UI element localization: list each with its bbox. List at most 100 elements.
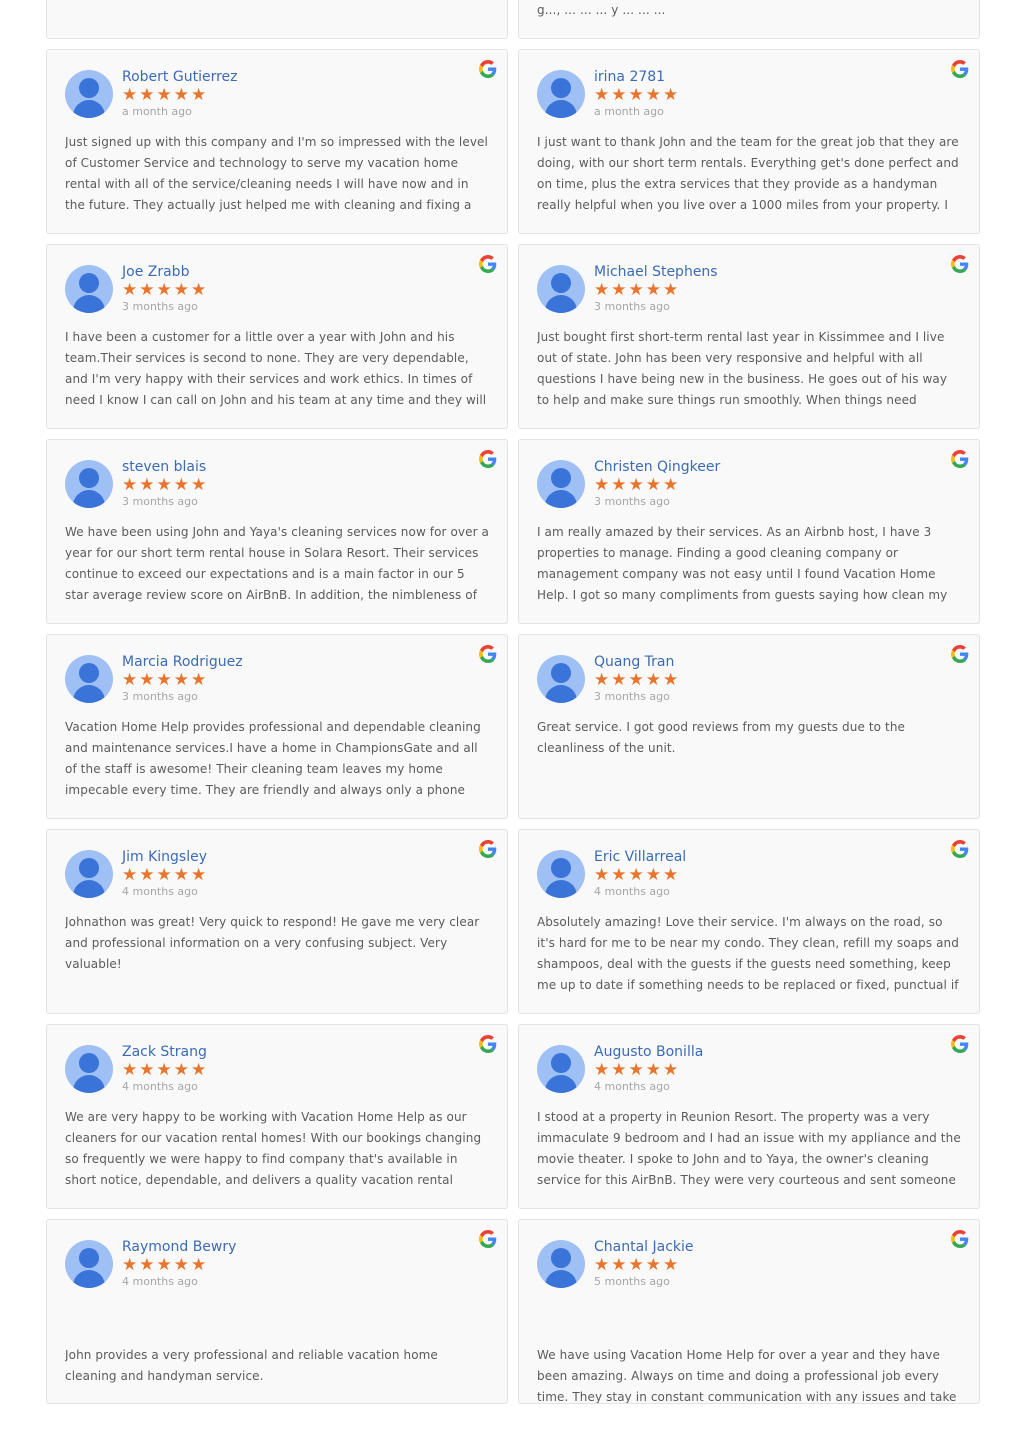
review-time: 4 months ago	[594, 1080, 670, 1093]
review-text: Just bought first short-term rental last…	[537, 330, 948, 407]
review-time: 3 months ago	[122, 690, 198, 703]
review-header: Marcia Rodriguez ★★★★★ 3 months ago	[65, 653, 489, 717]
review-text: I just want to thank John and the team f…	[537, 135, 959, 212]
google-icon[interactable]	[951, 645, 969, 663]
review-header: irina 2781 ★★★★★ a month ago	[537, 68, 961, 132]
review-meta: Joe Zrabb ★★★★★ 3 months ago	[122, 263, 208, 314]
review-card: Joe Zrabb ★★★★★ 3 months ago I have been a …	[46, 244, 508, 429]
star-rating: ★★★★★	[594, 1256, 694, 1275]
review-card: steven blais ★★★★★ 3 months ago We have bee…	[46, 439, 508, 624]
review-card: Michael Stephens ★★★★★ 3 months ago Just bo…	[518, 244, 980, 429]
reviewer-name[interactable]: Quang Tran	[594, 653, 680, 671]
review-card	[46, 0, 508, 39]
review-header: Joe Zrabb ★★★★★ 3 months ago	[65, 263, 489, 327]
review-text: I have been a customer for a little over…	[65, 330, 487, 407]
review-meta: Raymond Bewry ★★★★★ 4 months ago	[122, 1238, 236, 1289]
review-meta: Robert Gutierrez ★★★★★ a month ago	[122, 68, 238, 119]
reviewer-name[interactable]: irina 2781	[594, 68, 680, 86]
reviewer-name[interactable]: Eric Villarreal	[594, 848, 686, 866]
avatar-icon	[65, 1240, 113, 1288]
review-text: Great service. I got good reviews from m…	[537, 720, 906, 755]
review-meta: Jim Kingsley ★★★★★ 4 months ago	[122, 848, 208, 899]
reviewer-name[interactable]: Joe Zrabb	[122, 263, 208, 281]
avatar-icon	[537, 1240, 585, 1288]
reviewer-name[interactable]: Marcia Rodriguez	[122, 653, 243, 671]
google-icon[interactable]	[951, 840, 969, 858]
review-text: We have been using John and Yaya's clean…	[65, 525, 489, 602]
review-card: Eric Villarreal ★★★★★ 4 months ago Absolute…	[518, 829, 980, 1014]
star-rating: ★★★★★	[594, 1061, 703, 1080]
review-text: I am really amazed by their services. As…	[537, 525, 948, 602]
star-icon: ★★★★★	[594, 1255, 681, 1275]
star-rating: ★★★★★	[122, 86, 238, 105]
star-rating: ★★★★★	[594, 866, 686, 885]
star-icon: ★★★★★	[122, 475, 209, 495]
star-rating: ★★★★★	[594, 86, 680, 105]
review-text: Johnathon was great! Very quick to respo…	[65, 915, 480, 971]
google-icon[interactable]	[479, 450, 497, 468]
star-icon: ★★★★★	[122, 1060, 209, 1080]
review-meta: Eric Villarreal ★★★★★ 4 months ago	[594, 848, 686, 899]
review-card: Raymond Bewry ★★★★★ 4 months ago John provi…	[46, 1219, 508, 1404]
review-time: 3 months ago	[594, 690, 670, 703]
reviewer-name[interactable]: Christen Qingkeer	[594, 458, 720, 476]
reviewer-name[interactable]: Augusto Bonilla	[594, 1043, 703, 1061]
google-icon[interactable]	[479, 1230, 497, 1248]
star-rating: ★★★★★	[122, 281, 208, 300]
review-time: 4 months ago	[122, 1275, 198, 1288]
google-icon[interactable]	[951, 1035, 969, 1053]
review-text: We have using Vacation Home Help for ove…	[537, 1348, 957, 1404]
review-meta: irina 2781 ★★★★★ a month ago	[594, 68, 680, 119]
review-card: g..., ... ... ... y ... ... ...	[518, 0, 980, 39]
review-time: 3 months ago	[122, 495, 198, 508]
review-header: Quang Tran ★★★★★ 3 months ago	[537, 653, 961, 717]
google-icon[interactable]	[479, 255, 497, 273]
google-icon[interactable]	[479, 60, 497, 78]
reviewer-name[interactable]: Jim Kingsley	[122, 848, 208, 866]
review-card: Chantal Jackie ★★★★★ 5 months ago We have u…	[518, 1219, 980, 1404]
google-icon[interactable]	[951, 60, 969, 78]
review-text: I stood at a property in Reunion Resort.…	[537, 1110, 961, 1187]
review-meta: Zack Strang ★★★★★ 4 months ago	[122, 1043, 208, 1094]
avatar-icon	[537, 460, 585, 508]
review-card: Christen Qingkeer ★★★★★ 3 months ago I am r…	[518, 439, 980, 624]
reviewer-name[interactable]: Raymond Bewry	[122, 1238, 236, 1256]
review-time: 5 months ago	[594, 1275, 670, 1288]
review-time: 4 months ago	[122, 1080, 198, 1093]
review-card: irina 2781 ★★★★★ a month ago I just want to…	[518, 49, 980, 234]
reviewer-name[interactable]: steven blais	[122, 458, 208, 476]
review-text: Vacation Home Help provides professional…	[65, 720, 481, 797]
review-time: 3 months ago	[122, 300, 198, 313]
review-header: steven blais ★★★★★ 3 months ago	[65, 458, 489, 522]
review-meta: Christen Qingkeer ★★★★★ 3 months ago	[594, 458, 720, 509]
google-icon[interactable]	[479, 840, 497, 858]
reviewer-name[interactable]: Zack Strang	[122, 1043, 208, 1061]
google-icon[interactable]	[479, 1035, 497, 1053]
review-meta: steven blais ★★★★★ 3 months ago	[122, 458, 208, 509]
star-icon: ★★★★★	[594, 475, 681, 495]
google-icon[interactable]	[951, 1230, 969, 1248]
star-icon: ★★★★★	[594, 865, 681, 885]
google-icon[interactable]	[951, 450, 969, 468]
reviewer-name[interactable]: Chantal Jackie	[594, 1238, 694, 1256]
reviewer-name[interactable]: Michael Stephens	[594, 263, 718, 281]
review-header: Jim Kingsley ★★★★★ 4 months ago	[65, 848, 489, 912]
review-card: Zack Strang ★★★★★ 4 months ago We are very …	[46, 1024, 508, 1209]
review-text: John provides a very professional and re…	[65, 1348, 438, 1383]
avatar-icon	[65, 70, 113, 118]
star-icon: ★★★★★	[594, 670, 681, 690]
star-rating: ★★★★★	[594, 476, 720, 495]
star-icon: ★★★★★	[122, 85, 209, 105]
google-icon[interactable]	[479, 645, 497, 663]
review-card: Robert Gutierrez ★★★★★ a month ago Just sig…	[46, 49, 508, 234]
review-header: Michael Stephens ★★★★★ 3 months ago	[537, 263, 961, 327]
google-icon[interactable]	[951, 255, 969, 273]
star-icon: ★★★★★	[122, 670, 209, 690]
star-rating: ★★★★★	[122, 1256, 236, 1275]
review-time: 4 months ago	[594, 885, 670, 898]
star-icon: ★★★★★	[122, 865, 209, 885]
review-text	[65, 0, 489, 21]
avatar-icon	[65, 1045, 113, 1093]
reviewer-name[interactable]: Robert Gutierrez	[122, 68, 238, 86]
review-card: Jim Kingsley ★★★★★ 4 months ago Johnathon w…	[46, 829, 508, 1014]
